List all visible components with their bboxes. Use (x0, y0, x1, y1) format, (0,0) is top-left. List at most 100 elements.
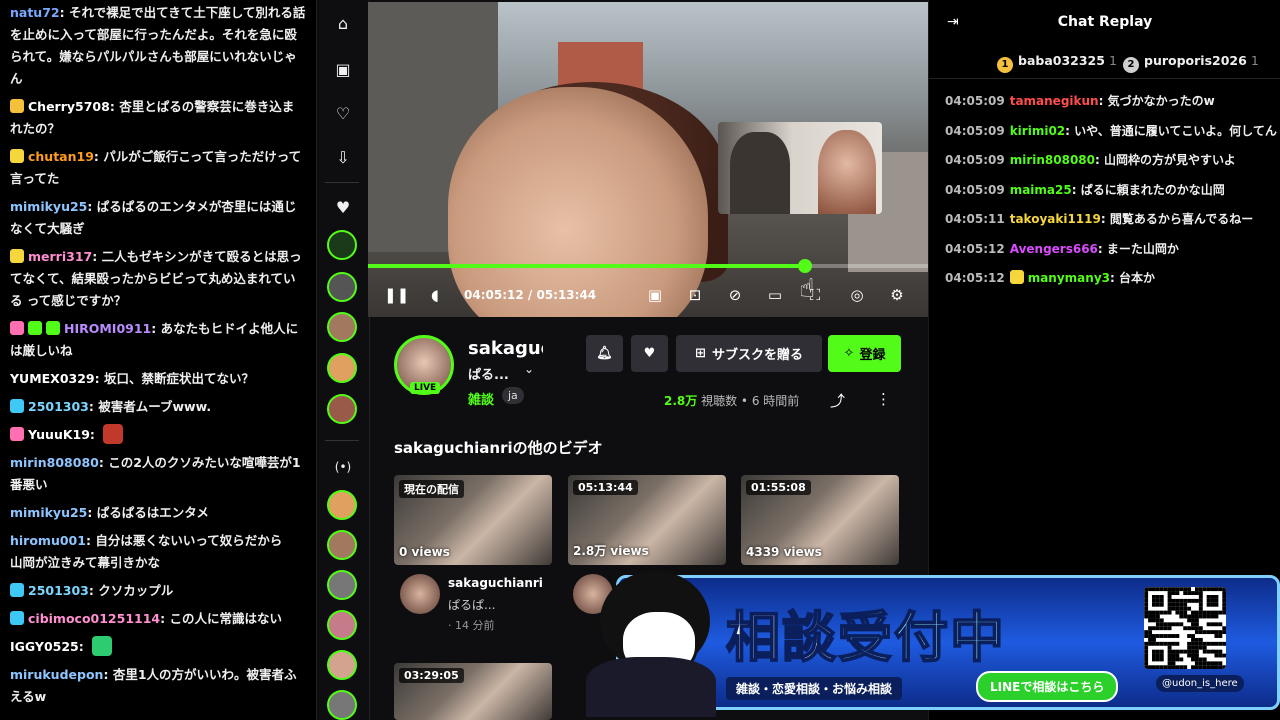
captions-off-icon[interactable]: ⊘ (724, 286, 746, 304)
chat-username[interactable]: maima25 (1010, 183, 1072, 197)
top-gifter-1[interactable]: 1 baba032325 1 (997, 53, 1117, 73)
video-channel-name[interactable]: sakaguchianri (448, 576, 543, 590)
live-channel-avatar[interactable] (327, 530, 357, 560)
chat-username[interactable]: IGGY0525 (10, 639, 79, 654)
chat-replay-message: 04:05:12 manymany3: 台本か (945, 270, 1155, 285)
followed-channel-avatar[interactable] (327, 312, 357, 342)
video-thumbnail[interactable]: 03:29:05 (394, 663, 552, 720)
chat-text: 被害者ムーブwww. (98, 399, 212, 414)
favorite-button[interactable]: ♥ (631, 335, 668, 372)
live-channel-avatar[interactable] (327, 650, 357, 680)
theater-icon[interactable]: ▭ (764, 286, 786, 304)
chat-message: chutan19: パルがご飯行こって言っただけって言ってた (10, 149, 302, 186)
chat-timestamp: 04:05:09 (945, 153, 1005, 167)
chat-text: ぱるに頼まれたのかな山岡 (1080, 182, 1225, 197)
download-icon[interactable]: ⇩ (331, 146, 355, 170)
chat-username[interactable]: mirukudepon (10, 667, 103, 682)
bell-button[interactable]: 🔔︎ (586, 335, 623, 372)
chat-text: 山岡枠の方が見やすいよ (1103, 153, 1236, 167)
chat-username[interactable]: mimikyu25 (10, 199, 87, 214)
video-thumbnail[interactable]: 現在の配信 0 views (394, 475, 552, 565)
chat-message: 2501303: クソカップル (0, 578, 316, 606)
home-icon[interactable]: ⌂ (331, 12, 355, 36)
chat-username[interactable]: Avengers666 (1010, 242, 1098, 256)
channel-name[interactable]: sakaguc (468, 338, 543, 359)
chat-username[interactable]: tamanegikun (1010, 94, 1099, 108)
chat-replay-message: 04:05:11 takoyaki1119: 閲覧あるから喜んでるねー (945, 212, 1254, 226)
chat-replay-message: 04:05:09 tamanegikun: 気づかなかったのw (945, 94, 1215, 108)
chat-text: ぱるぱるはエンタメ (96, 505, 209, 520)
share-icon[interactable]: ⤴ (830, 390, 845, 411)
chat-username[interactable]: 2501303 (28, 399, 89, 414)
chat-username[interactable]: cibimoco01251114 (28, 611, 160, 626)
chat-username[interactable]: hiromu001 (10, 533, 86, 548)
chat-username[interactable]: YuuuK19 (28, 427, 90, 442)
chat-badge-icon (10, 611, 24, 625)
chat-username[interactable]: mirin808080 (1010, 153, 1095, 167)
chat-username[interactable]: HIROMI0911 (64, 321, 151, 336)
pip-icon[interactable]: ▣ (644, 286, 666, 304)
followed-channel-avatar[interactable] (327, 353, 357, 383)
video-title[interactable]: ぱるぱ... (448, 596, 495, 613)
heart-icon[interactable]: ♡ (331, 102, 355, 126)
chat-message: HIROMI0911: あなたもヒドイよ他人には厳しいね (10, 321, 299, 358)
video-channel-avatar[interactable] (400, 574, 440, 614)
chat-username[interactable]: takoyaki1119 (1010, 212, 1101, 226)
chat-username[interactable]: kirimi02 (1010, 124, 1065, 138)
chat-username[interactable]: natu72 (10, 5, 60, 20)
chat-text: いや、普通に履いてこいよ。何してん (1074, 123, 1277, 138)
chat-emote-icon (92, 636, 113, 656)
live-channel-avatar[interactable] (327, 490, 357, 520)
chat-message: mirukudepon: 杏里1人の方がいいわ。被害者ふえるw (10, 667, 297, 704)
followed-channel-avatar[interactable] (327, 230, 357, 260)
live-channel-avatar[interactable] (327, 690, 357, 720)
chat-username[interactable]: Cherry5708 (28, 99, 110, 114)
chat-username[interactable]: 2501303 (28, 583, 89, 598)
gear-icon[interactable]: ⚙ (886, 286, 908, 304)
chat-timestamp: 04:05:09 (945, 94, 1005, 108)
chat-message: hiromu001: 自分は悪くないいって奴らだから 山岡が泣きみて幕引きかな (10, 533, 295, 570)
follow-button[interactable]: ✧ 登録 (828, 335, 901, 372)
pause-icon[interactable]: ❚❚ (384, 286, 409, 304)
volume-icon[interactable]: ◖ (424, 286, 446, 304)
video-player[interactable]: ❚❚ ◖ 04:05:12 / 05:13:44 ▣ ⊡ ⊘ ▭ ⛶ ◎ ⚙ ☝ (368, 2, 928, 317)
chat-username[interactable]: chutan19 (28, 149, 94, 164)
chat-message: cibimoco01251114: この人に常識はない (0, 606, 316, 634)
other-videos-title: sakaguchianriの他のビデオ (394, 439, 603, 457)
chat-text: この人に常識はない (169, 611, 282, 626)
chat-username[interactable]: mirin808080 (10, 455, 99, 470)
banner-character-illustration (576, 565, 726, 720)
chat-badge-icon (10, 99, 24, 113)
progress-fill (368, 264, 805, 268)
chat-replay-message: 04:05:12 Avengers666: まーた山岡か (945, 241, 1179, 256)
browse-icon[interactable]: ▣ (331, 58, 355, 82)
video-thumbnail[interactable]: 05:13:44 2.8万 views (568, 475, 726, 565)
heart-icon: ♥ (643, 346, 656, 361)
chevron-down-icon[interactable]: ⌄ (524, 362, 534, 376)
live-channel-avatar[interactable] (327, 610, 357, 640)
live-badge: LIVE (410, 382, 441, 394)
speed-icon[interactable]: ◎ (846, 286, 868, 304)
followed-channel-avatar[interactable] (327, 272, 357, 302)
chat-username[interactable]: YUMEX0329 (10, 371, 95, 386)
live-channel-avatar[interactable] (327, 570, 357, 600)
more-icon[interactable]: ⋮ (876, 390, 891, 408)
chat-username[interactable]: merri317 (28, 249, 92, 264)
cursor-hand-icon: ☝ (799, 274, 815, 304)
chat-replay-title: Chat Replay (1057, 14, 1153, 30)
chat-text: 気づかなかったのw (1107, 94, 1215, 108)
clip-icon[interactable]: ⊡ (684, 286, 706, 304)
category-tag[interactable]: 雑談 (468, 389, 494, 408)
chat-badge-icon (10, 249, 24, 263)
chat-message: YuuuK19: (0, 422, 316, 450)
top-gifter-2[interactable]: 2 puroporis2026 1 (1123, 53, 1259, 73)
chat-username[interactable]: manymany3 (1028, 271, 1110, 285)
followed-channel-avatar[interactable] (327, 394, 357, 424)
chat-username[interactable]: mimikyu25 (10, 505, 87, 520)
gift-sub-button[interactable]: ⊞ サブスクを贈る (676, 335, 822, 372)
video-thumbnail[interactable]: 01:55:08 4339 views (741, 475, 899, 565)
language-tag[interactable]: ja (502, 387, 524, 404)
chat-replay-message: 04:05:09 kirimi02: いや、普通に履いてこいよ。何してん (945, 123, 1277, 138)
video-meta: · 14 分前 (448, 619, 495, 632)
progress-handle[interactable] (797, 259, 812, 273)
